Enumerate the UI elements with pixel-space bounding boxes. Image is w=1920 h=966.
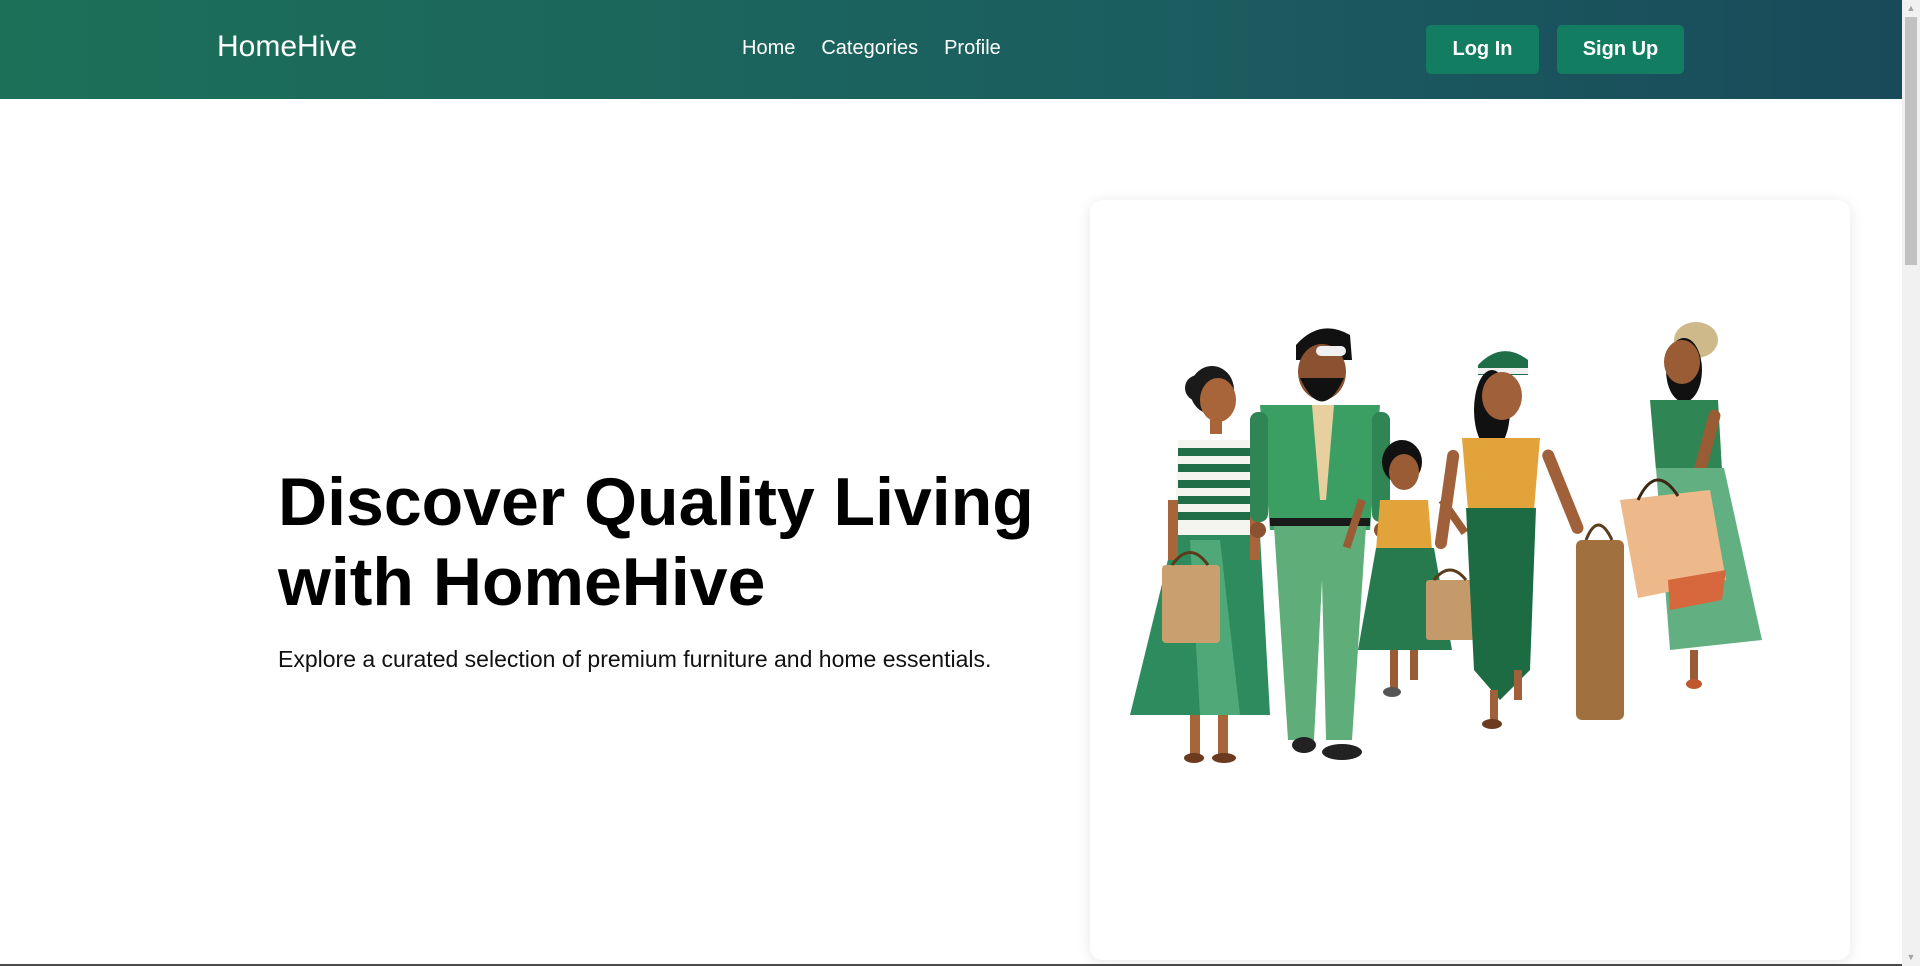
chevron-down-icon[interactable]: ▼ <box>1902 949 1920 966</box>
hero-title: Discover Quality Living with HomeHive <box>278 464 1034 620</box>
nav-links: Home Categories Profile <box>742 37 1001 60</box>
navbar: HomeHive Home Categories Profile Log In … <box>0 0 1902 99</box>
nav-link-home[interactable]: Home <box>742 37 795 60</box>
brand-logo-text[interactable]: HomeHive <box>217 30 357 64</box>
login-button[interactable]: Log In <box>1426 25 1539 74</box>
chevron-up-icon[interactable]: ▲ <box>1902 0 1920 17</box>
hero-image-card <box>1090 200 1850 960</box>
scrollbar-thumb[interactable] <box>1905 17 1917 265</box>
nav-link-categories[interactable]: Categories <box>821 37 918 60</box>
family-shopping-illustration <box>1130 322 1762 763</box>
signup-button[interactable]: Sign Up <box>1557 25 1684 74</box>
figure-man-green <box>1250 328 1390 760</box>
figure-woman-right <box>1576 322 1762 720</box>
figure-woman-mustard <box>1434 351 1584 729</box>
vertical-scrollbar[interactable]: ▲ ▼ <box>1902 0 1920 966</box>
hero-subtitle: Explore a curated selection of premium f… <box>278 646 992 672</box>
hero-text: Discover Quality Living with HomeHive Ex… <box>278 462 1068 673</box>
nav-link-profile[interactable]: Profile <box>944 37 1001 60</box>
figure-woman-striped <box>1130 366 1270 763</box>
